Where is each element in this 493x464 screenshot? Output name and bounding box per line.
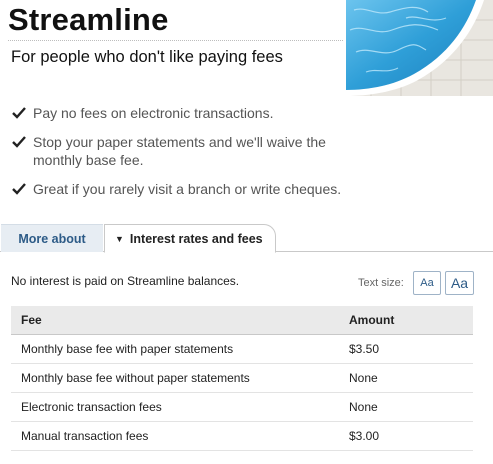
checkmark-icon	[12, 183, 26, 195]
checkmark-icon	[12, 136, 26, 148]
table-row: Manual transaction fees $3.00	[11, 421, 473, 451]
text-size-small-button[interactable]: Aa	[413, 271, 441, 295]
fee-cell: Electronic transaction fees	[11, 392, 345, 422]
feature-list: Pay no fees on electronic transactions. …	[12, 104, 372, 209]
feature-item: Stop your paper statements and we'll wai…	[12, 133, 372, 169]
table-row: Electronic transaction fees None	[11, 392, 473, 422]
tab-bar: More about ▼ Interest rates and fees	[0, 224, 493, 253]
feature-text: Great if you rarely visit a branch or wr…	[33, 181, 342, 197]
triangle-down-icon: ▼	[115, 233, 124, 244]
feature-text: Stop your paper statements and we'll wai…	[33, 134, 326, 168]
feature-item: Pay no fees on electronic transactions.	[12, 104, 372, 122]
table-row: Monthly base fee without paper statement…	[11, 363, 473, 393]
column-header-fee: Fee	[11, 306, 345, 335]
fee-cell: Monthly base fee with paper statements	[11, 334, 345, 364]
table-header-row: Fee Amount	[11, 306, 473, 335]
tab-label: Interest rates and fees	[129, 231, 263, 246]
amount-cell: $3.50	[345, 334, 473, 364]
column-header-amount: Amount	[345, 306, 473, 335]
text-size-label: Text size:	[358, 277, 404, 289]
page-subtitle: For people who don't like paying fees	[11, 48, 283, 66]
tab-interest-rates-and-fees[interactable]: ▼ Interest rates and fees	[104, 224, 276, 253]
text-size-large-button[interactable]: Aa	[445, 271, 474, 295]
fees-table: Fee Amount Monthly base fee with paper s…	[11, 306, 473, 451]
amount-cell: None	[345, 363, 473, 393]
feature-text: Pay no fees on electronic transactions.	[33, 105, 274, 121]
amount-cell: None	[345, 392, 473, 422]
fee-cell: Monthly base fee without paper statement…	[11, 363, 345, 393]
page-title: Streamline	[8, 2, 169, 37]
dotted-divider	[8, 40, 343, 41]
pool-image	[346, 0, 493, 96]
hero-banner: Streamline For people who don't like pay…	[0, 0, 493, 96]
tab-more-about[interactable]: More about	[1, 224, 103, 252]
table-row: Monthly base fee with paper statements $…	[11, 334, 473, 364]
fee-cell: Manual transaction fees	[11, 421, 345, 451]
checkmark-icon	[12, 107, 26, 119]
feature-item: Great if you rarely visit a branch or wr…	[12, 180, 372, 198]
interest-note: No interest is paid on Streamline balanc…	[11, 274, 240, 288]
amount-cell: $3.00	[345, 421, 473, 451]
